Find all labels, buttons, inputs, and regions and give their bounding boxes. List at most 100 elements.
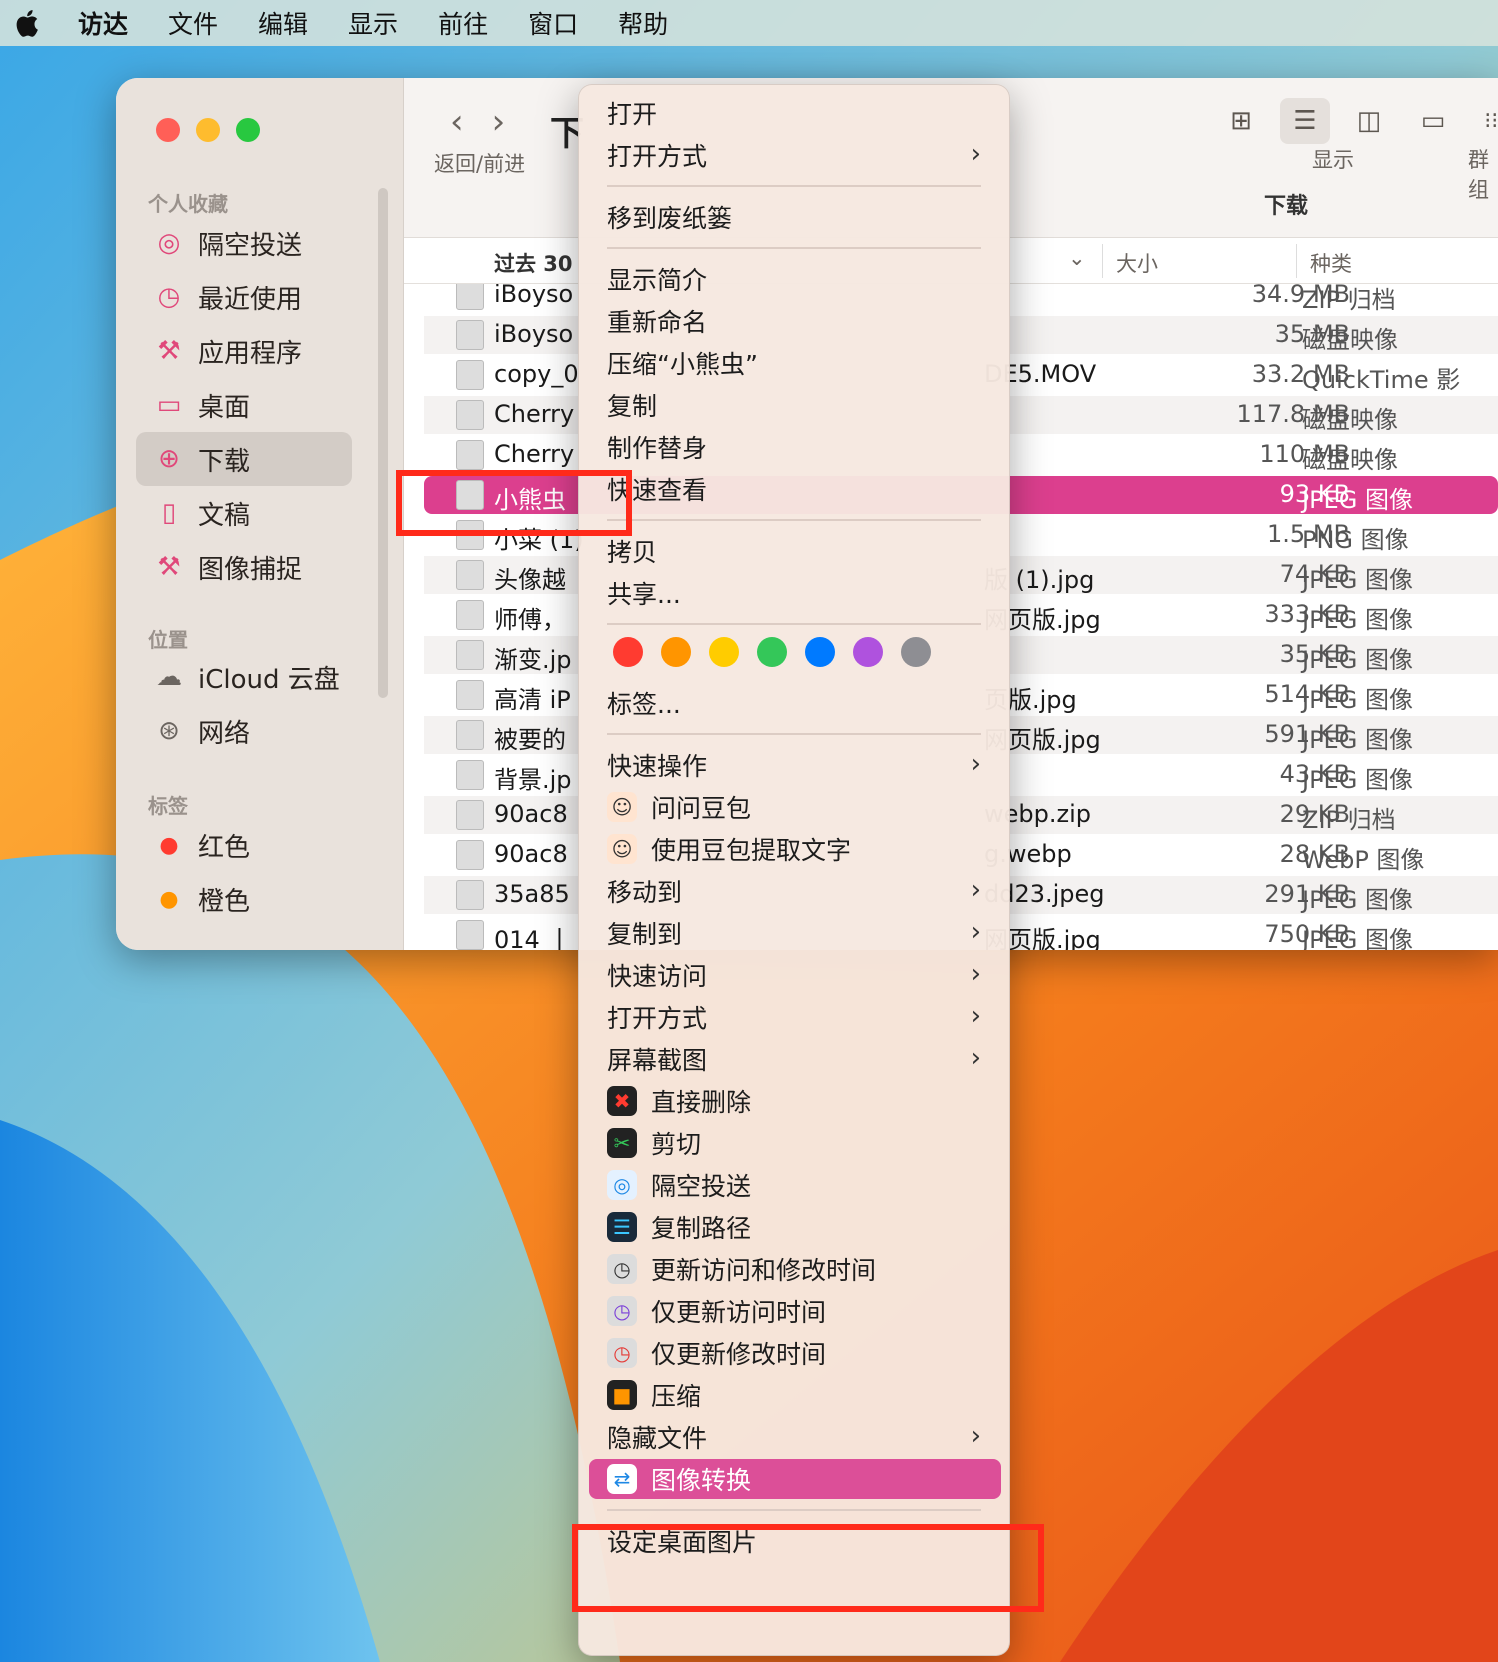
menu-ask-doubao[interactable]: ☺ 问问豆包 — [579, 787, 1009, 827]
menu-open[interactable]: 打开 — [579, 93, 1009, 133]
list-view-icon[interactable]: ☰ — [1280, 98, 1330, 144]
gallery-view-icon[interactable]: ▭ — [1408, 98, 1458, 144]
file-kind: 磁盘映像 — [1302, 406, 1398, 434]
apple-icon[interactable] — [14, 6, 44, 40]
file-name: 90ac8 — [494, 840, 568, 868]
sidebar-item-documents[interactable]: ▯ 文稿 — [136, 486, 352, 540]
menu-divider — [607, 519, 981, 521]
menu-label: 压缩 — [651, 1382, 702, 1411]
column-divider[interactable] — [1296, 244, 1297, 278]
menu-window[interactable]: 窗口 — [528, 5, 578, 41]
menu-file[interactable]: 文件 — [168, 5, 218, 41]
size-column-header[interactable]: 大小 — [1116, 248, 1158, 278]
menu-go[interactable]: 前往 — [438, 5, 488, 41]
column-divider[interactable] — [1102, 244, 1103, 278]
menu-open-with[interactable]: 打开方式 › — [579, 135, 1009, 175]
tag-color-dot[interactable] — [613, 637, 643, 667]
sidebar-item-tag-red[interactable]: ● 红色 — [136, 818, 352, 872]
sidebar-item-image-capture[interactable]: ⚒ 图像捕捉 — [136, 540, 352, 594]
chevron-right-icon: › — [970, 1001, 981, 1031]
menu-quick-actions[interactable]: 快速操作 › — [579, 745, 1009, 785]
highlight-box-menu — [572, 1524, 1044, 1612]
column-view-icon[interactable]: ◫ — [1344, 98, 1394, 144]
menu-copy-to[interactable]: 复制到 › — [579, 913, 1009, 953]
tag-color-dot[interactable] — [853, 637, 883, 667]
sort-chevron-icon[interactable]: ⌄ — [1068, 246, 1086, 270]
sidebar-item-label: 应用程序 — [198, 338, 303, 369]
sidebar-item-label: 红色 — [198, 832, 251, 863]
menu-update-times[interactable]: ◷ 更新访问和修改时间 — [579, 1249, 1009, 1289]
tag-color-dot[interactable] — [757, 637, 787, 667]
menu-finder[interactable]: 访达 — [78, 5, 128, 41]
menu-airdrop[interactable]: ◎ 隔空投送 — [579, 1165, 1009, 1205]
menu-move-to[interactable]: 移动到 › — [579, 871, 1009, 911]
menu-label: 共享... — [607, 580, 681, 609]
delete-icon: ✖ — [607, 1086, 637, 1116]
tag-color-dot[interactable] — [661, 637, 691, 667]
menu-image-convert[interactable]: ⇄ 图像转换 — [589, 1459, 1001, 1499]
kind-column-header[interactable]: 种类 — [1310, 248, 1352, 278]
file-name: Cherry — [494, 400, 575, 428]
menu-help[interactable]: 帮助 — [618, 5, 668, 41]
menu-view[interactable]: 显示 — [348, 5, 398, 41]
sidebar-item-applications[interactable]: ⚒ 应用程序 — [136, 324, 352, 378]
sidebar-item-label: 隔空投送 — [198, 230, 303, 261]
zoom-button[interactable] — [236, 118, 260, 142]
sidebar-item-label: 下载 — [198, 446, 251, 477]
menu-quick-look[interactable]: 快速查看 — [579, 469, 1009, 509]
cloud-icon: ☁ — [156, 662, 182, 692]
menu-make-alias[interactable]: 制作替身 — [579, 427, 1009, 467]
sidebar-item-recents[interactable]: ◷ 最近使用 — [136, 270, 352, 324]
close-button[interactable] — [156, 118, 180, 142]
menu-trash[interactable]: 移到废纸篓 — [579, 197, 1009, 237]
location-title: 下载 — [1264, 194, 1309, 219]
menu-open-with-2[interactable]: 打开方式 › — [579, 997, 1009, 1037]
tag-color-dot[interactable] — [805, 637, 835, 667]
menu-screenshot[interactable]: 屏幕截图 › — [579, 1039, 1009, 1079]
back-forward-buttons[interactable]: ‹› — [450, 102, 533, 142]
menu-update-modify[interactable]: ◷ 仅更新修改时间 — [579, 1333, 1009, 1373]
icon-view-icon[interactable]: ⊞ — [1216, 98, 1266, 144]
sidebar-item-downloads[interactable]: ⊕ 下载 — [136, 432, 352, 486]
sidebar-item-tag-orange[interactable]: ● 橙色 — [136, 872, 352, 926]
menu-hide-files[interactable]: 隐藏文件 › — [579, 1417, 1009, 1457]
menu-label: 打开 — [607, 100, 658, 129]
menu-duplicate[interactable]: 复制 — [579, 385, 1009, 425]
sidebar-item-icloud[interactable]: ☁ iCloud 云盘 — [136, 650, 352, 704]
menu-rename[interactable]: 重新命名 — [579, 301, 1009, 341]
name-column-header[interactable]: 过去 30 — [494, 248, 573, 278]
tag-color-dot[interactable] — [901, 637, 931, 667]
menu-doubao-extract[interactable]: ☺ 使用豆包提取文字 — [579, 829, 1009, 869]
sidebar-item-label: 橙色 — [198, 886, 251, 917]
menu-quick-access[interactable]: 快速访问 › — [579, 955, 1009, 995]
file-icon — [456, 440, 484, 470]
tag-color-dot[interactable] — [709, 637, 739, 667]
sidebar-item-network[interactable]: ⊛ 网络 — [136, 704, 352, 758]
menu-compress[interactable]: 压缩“小熊虫” — [579, 343, 1009, 383]
file-kind: JPEG 图像 — [1302, 726, 1413, 754]
sidebar-item-desktop[interactable]: ▭ 桌面 — [136, 378, 352, 432]
menu-share[interactable]: 共享... — [579, 573, 1009, 613]
menu-copy[interactable]: 拷贝 — [579, 531, 1009, 571]
menu-label: 仅更新修改时间 — [651, 1340, 827, 1369]
file-name: Cherry — [494, 440, 575, 468]
menu-label: 更新访问和修改时间 — [651, 1256, 877, 1285]
sidebar-item-label: 图像捕捉 — [198, 554, 303, 585]
menu-edit[interactable]: 编辑 — [258, 5, 308, 41]
sidebar-item-airdrop[interactable]: ◎ 隔空投送 — [136, 216, 352, 270]
group-icon[interactable]: ⁝⁝ ⌄ — [1474, 98, 1498, 144]
menu-copy-path[interactable]: ☰ 复制路径 — [579, 1207, 1009, 1247]
menu-compress-2[interactable]: ■ 压缩 — [579, 1375, 1009, 1415]
minimize-button[interactable] — [196, 118, 220, 142]
window-controls — [156, 118, 260, 142]
menu-update-access[interactable]: ◷ 仅更新访问时间 — [579, 1291, 1009, 1331]
menu-label: 复制到 — [607, 920, 683, 949]
menu-delete-direct[interactable]: ✖ 直接删除 — [579, 1081, 1009, 1121]
file-icon — [456, 920, 484, 950]
sidebar-scrollbar[interactable] — [378, 188, 388, 698]
menu-cut[interactable]: ✂ 剪切 — [579, 1123, 1009, 1163]
file-kind: JPEG 图像 — [1302, 486, 1413, 514]
menu-get-info[interactable]: 显示简介 — [579, 259, 1009, 299]
menu-tags[interactable]: 标签... — [579, 683, 1009, 723]
file-icon — [456, 720, 484, 750]
